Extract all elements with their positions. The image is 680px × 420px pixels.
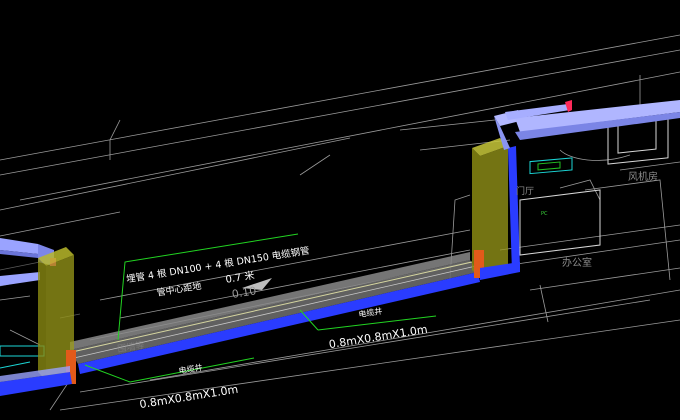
cable-riser-right	[480, 100, 680, 280]
room-office-label: 办公室	[562, 256, 592, 269]
room-hall-label: 门厅	[516, 185, 534, 197]
cad-viewport[interactable]: 埋管 4 根 DN100 + 4 根 DN150 电缆钢管 管中心距地 0.7 …	[0, 0, 680, 420]
well-left-title: 电缆井	[178, 362, 203, 376]
cable-well-left	[0, 247, 76, 396]
room-detail-green	[537, 161, 561, 171]
cable-duct-run	[70, 252, 480, 374]
pipe-depth-value: 0.7 米	[225, 268, 256, 285]
pipe-depth-label: 管中心距地	[156, 280, 202, 299]
pipe-spec-label: 埋管 4 根 DN100 + 4 根 DN150 电缆钢管	[125, 244, 310, 285]
cable-well-right	[472, 138, 508, 278]
room-pc-label: PC	[541, 211, 548, 217]
well-left-dims: 0.8mX0.8mX1.0m	[139, 383, 240, 411]
room-fan-label: 风机房	[628, 170, 658, 183]
pipe-depth-sub: 0.10	[231, 284, 257, 301]
